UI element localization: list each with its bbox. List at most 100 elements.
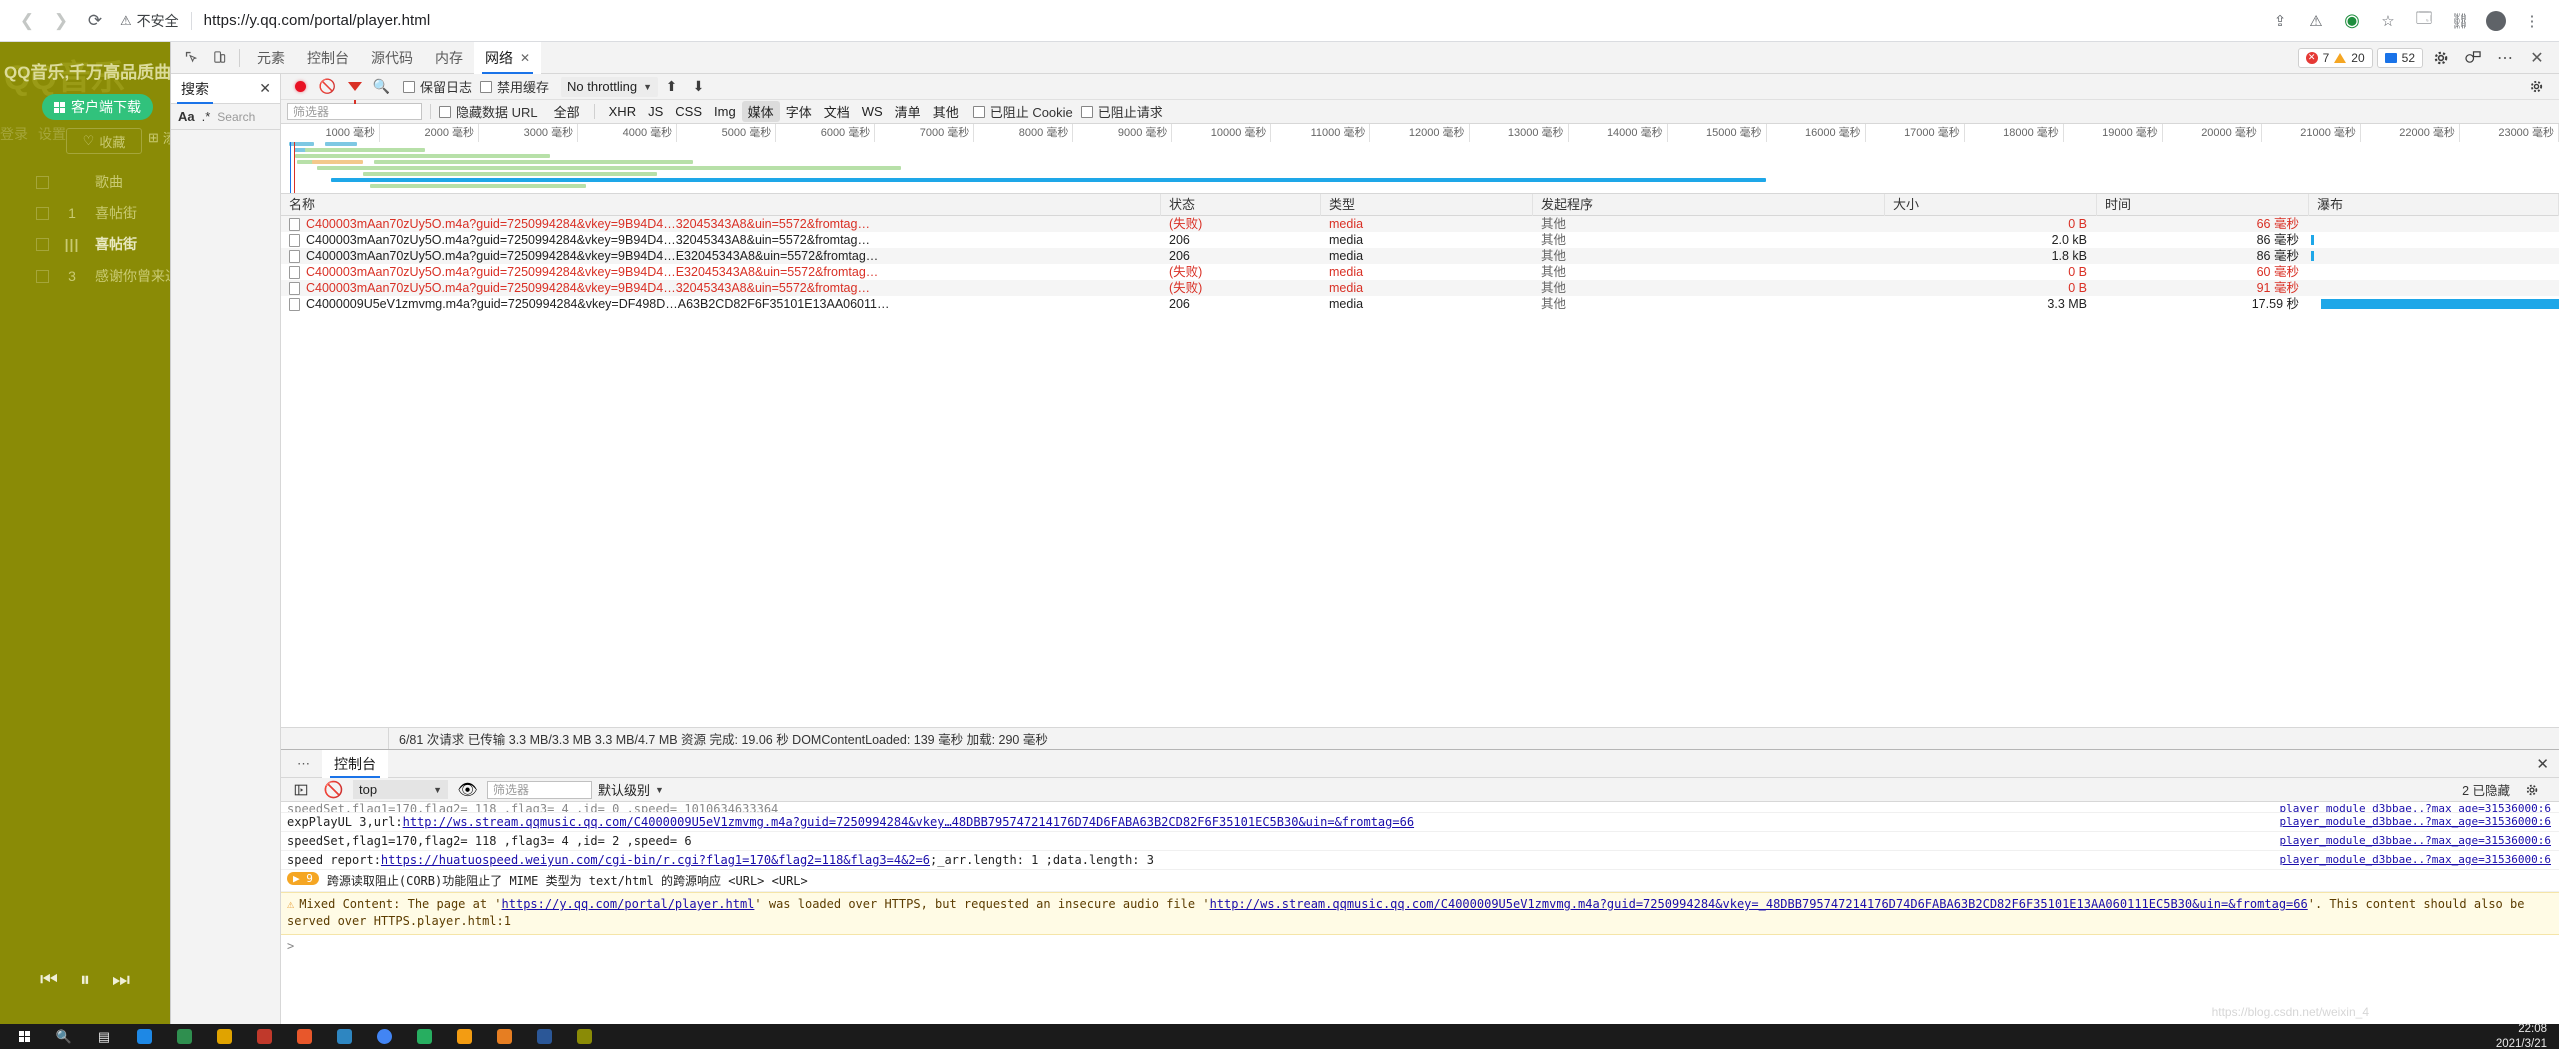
taskbar-search-icon[interactable]: 🔍 [44,1024,84,1049]
cell-name[interactable]: C400003mAan70zUy5O.m4a?guid=7250994284&v… [281,280,1161,296]
column-header-size[interactable]: 大小 [1885,193,2097,216]
column-header-status[interactable]: 状态 [1161,193,1321,216]
close-drawer-icon[interactable]: ✕ [2536,755,2559,773]
back-icon[interactable]: ❮ [10,4,44,38]
column-header-time[interactable]: 时间 [2097,193,2309,216]
taskbar-app-recorder[interactable] [284,1024,324,1049]
client-download-button[interactable]: 客户端下载 [42,94,153,120]
security-indicator[interactable]: ⚠ 不安全 [120,11,179,31]
network-settings-gear-icon[interactable] [2526,75,2553,99]
console-settings-gear-icon[interactable] [2518,778,2545,802]
console-link[interactable]: http://ws.stream.qqmusic.qq.com/C4000009… [403,815,1414,829]
search-input[interactable]: Search [217,110,273,124]
table-row[interactable]: C400003mAan70zUy5O.m4a?guid=7250994284&v… [281,248,2559,264]
table-row[interactable]: C4000009U5eV1zmvmg.m4a?guid=7250994284&v… [281,296,2559,312]
device-toolbar-icon[interactable] [205,45,233,71]
execution-context-select[interactable]: top ▼ [353,780,448,799]
close-search-icon[interactable]: ✕ [259,80,280,97]
log-level-select[interactable]: 默认级别 ▼ [598,780,664,799]
console-link[interactable]: https://huatuospeed.weiyun.com/cgi-bin/r… [381,853,930,867]
filter-chip-doc[interactable]: 文档 [818,101,856,122]
more-options-icon[interactable]: ⋯ [2491,45,2519,71]
link-icon[interactable]: ⛓ [2449,10,2471,32]
column-header-initiator[interactable]: 发起程序 [1533,193,1885,216]
tab-search[interactable]: 搜索 [171,74,219,104]
filter-chip-font[interactable]: 字体 [780,101,818,122]
table-row[interactable]: C400003mAan70zUy5O.m4a?guid=7250994284&v… [281,264,2559,280]
address-bar[interactable]: ⚠ 不安全 https://y.qq.com/portal/player.htm… [120,6,2269,36]
list-item[interactable]: 1 喜帖街 [36,203,137,223]
column-header-waterfall[interactable]: 瀑布 [2309,193,2559,216]
regex-icon[interactable]: .* [202,109,211,124]
profile-avatar[interactable] [2485,10,2507,32]
taskbar-app-qq[interactable] [484,1024,524,1049]
share-icon[interactable]: ⇪ [2269,10,2291,32]
login-link[interactable]: 登录 [0,124,28,144]
song-checkbox[interactable] [36,206,49,220]
console-prompt[interactable]: > [281,935,2559,957]
search-button[interactable]: 🔍 [368,75,395,99]
table-row[interactable]: C400003mAan70zUy5O.m4a?guid=7250994284&v… [281,280,2559,296]
console-source-link[interactable]: player_module_d3bbae..?max_age=31536000:… [2279,802,2551,812]
previous-track-icon[interactable]: ⏮ [40,969,58,992]
taskbar-app-word[interactable] [524,1024,564,1049]
song-checkbox[interactable] [36,237,49,251]
issue-counters[interactable]: ✕ 7 20 [2297,47,2373,68]
forward-icon[interactable]: ❯ [44,4,78,38]
taskbar-app-explorer[interactable] [204,1024,244,1049]
favorite-button[interactable]: ♡ 收藏 [66,128,142,154]
cell-name[interactable]: C4000009U5eV1zmvmg.m4a?guid=7250994284&v… [281,296,1161,312]
customize-dock-icon[interactable] [2459,45,2487,71]
hide-data-urls-checkbox[interactable]: 隐藏数据 URL [439,102,538,121]
gear-icon[interactable] [2427,45,2455,71]
alerts-icon[interactable]: ⚠ [2305,10,2327,32]
pause-icon[interactable]: ⏸ [80,969,90,992]
console-source-link[interactable]: player_module_d3bbae..?max_age=31536000:… [2279,815,2551,828]
filter-chip-media[interactable]: 媒体 [741,101,780,122]
column-header-type[interactable]: 类型 [1321,193,1533,216]
column-header-name[interactable]: 名称 [281,193,1161,216]
console-link[interactable]: https://y.qq.com/portal/player.html [502,897,755,911]
match-case-icon[interactable]: Aa [178,109,195,124]
extensions-icon[interactable]: 🗔 [2413,10,2435,32]
filter-chip-ws[interactable]: WS [856,103,889,120]
song-checkbox[interactable] [36,175,49,189]
filter-chip-all[interactable]: 全部 [548,101,586,122]
filter-button[interactable] [341,75,368,104]
list-item-playing[interactable]: ||| 喜帖街 [36,234,137,254]
tab-sources[interactable]: 源代码 [360,42,424,74]
list-item[interactable]: 3 感谢你曾来过 [36,266,179,286]
song-checkbox[interactable] [36,269,49,283]
export-har-icon[interactable]: ⬇ [685,75,712,99]
tab-console[interactable]: 控制台 [296,42,360,74]
import-har-icon[interactable]: ⬆ [658,75,685,99]
console-source-link[interactable]: player_module_d3bbae..?max_age=31536000:… [2279,853,2551,866]
network-overview[interactable]: 1000 毫秒 2000 毫秒 3000 毫秒 4000 毫秒 5000 毫秒 6000 … [281,124,2559,194]
message-counter[interactable]: 52 [2376,47,2423,68]
cell-name[interactable]: C400003mAan70zUy5O.m4a?guid=7250994284&v… [281,248,1161,264]
close-devtools-icon[interactable]: ✕ [2523,45,2551,71]
taskbar-app-vlc[interactable] [444,1024,484,1049]
filter-chip-css[interactable]: CSS [669,103,708,120]
taskbar-app-terminal[interactable] [404,1024,444,1049]
tab-memory[interactable]: 内存 [424,42,474,74]
cell-name[interactable]: C400003mAan70zUy5O.m4a?guid=7250994284&v… [281,216,1161,232]
windows-start-icon[interactable] [4,1024,44,1049]
console-source-link[interactable]: player_module_d3bbae..?max_age=31536000:… [2279,834,2551,847]
console-filter-input[interactable]: 筛选器 [487,780,592,799]
disable-cache-checkbox[interactable]: 禁用缓存 [480,77,549,96]
taskbar-app-notepad[interactable] [324,1024,364,1049]
blocked-requests-checkbox[interactable]: 已阻止请求 [1080,102,1163,121]
list-item[interactable]: 歌曲 [36,172,123,192]
drawer-more-icon[interactable]: ⋯ [287,756,322,772]
table-row[interactable]: C400003mAan70zUy5O.m4a?guid=7250994284&v… [281,232,2559,248]
throttling-select[interactable]: No throttling ▼ [561,76,659,97]
clear-button[interactable]: 🚫 [314,75,341,99]
task-view-icon[interactable]: ▤ [84,1024,124,1049]
cell-name[interactable]: C400003mAan70zUy5O.m4a?guid=7250994284&v… [281,232,1161,248]
inspect-element-icon[interactable] [177,45,205,71]
reload-icon[interactable]: ⟳ [78,4,112,38]
taskbar-app-wps[interactable] [244,1024,284,1049]
drawer-tab-console[interactable]: 控制台 [322,749,388,778]
clear-console-icon[interactable]: 🚫 [320,778,347,802]
